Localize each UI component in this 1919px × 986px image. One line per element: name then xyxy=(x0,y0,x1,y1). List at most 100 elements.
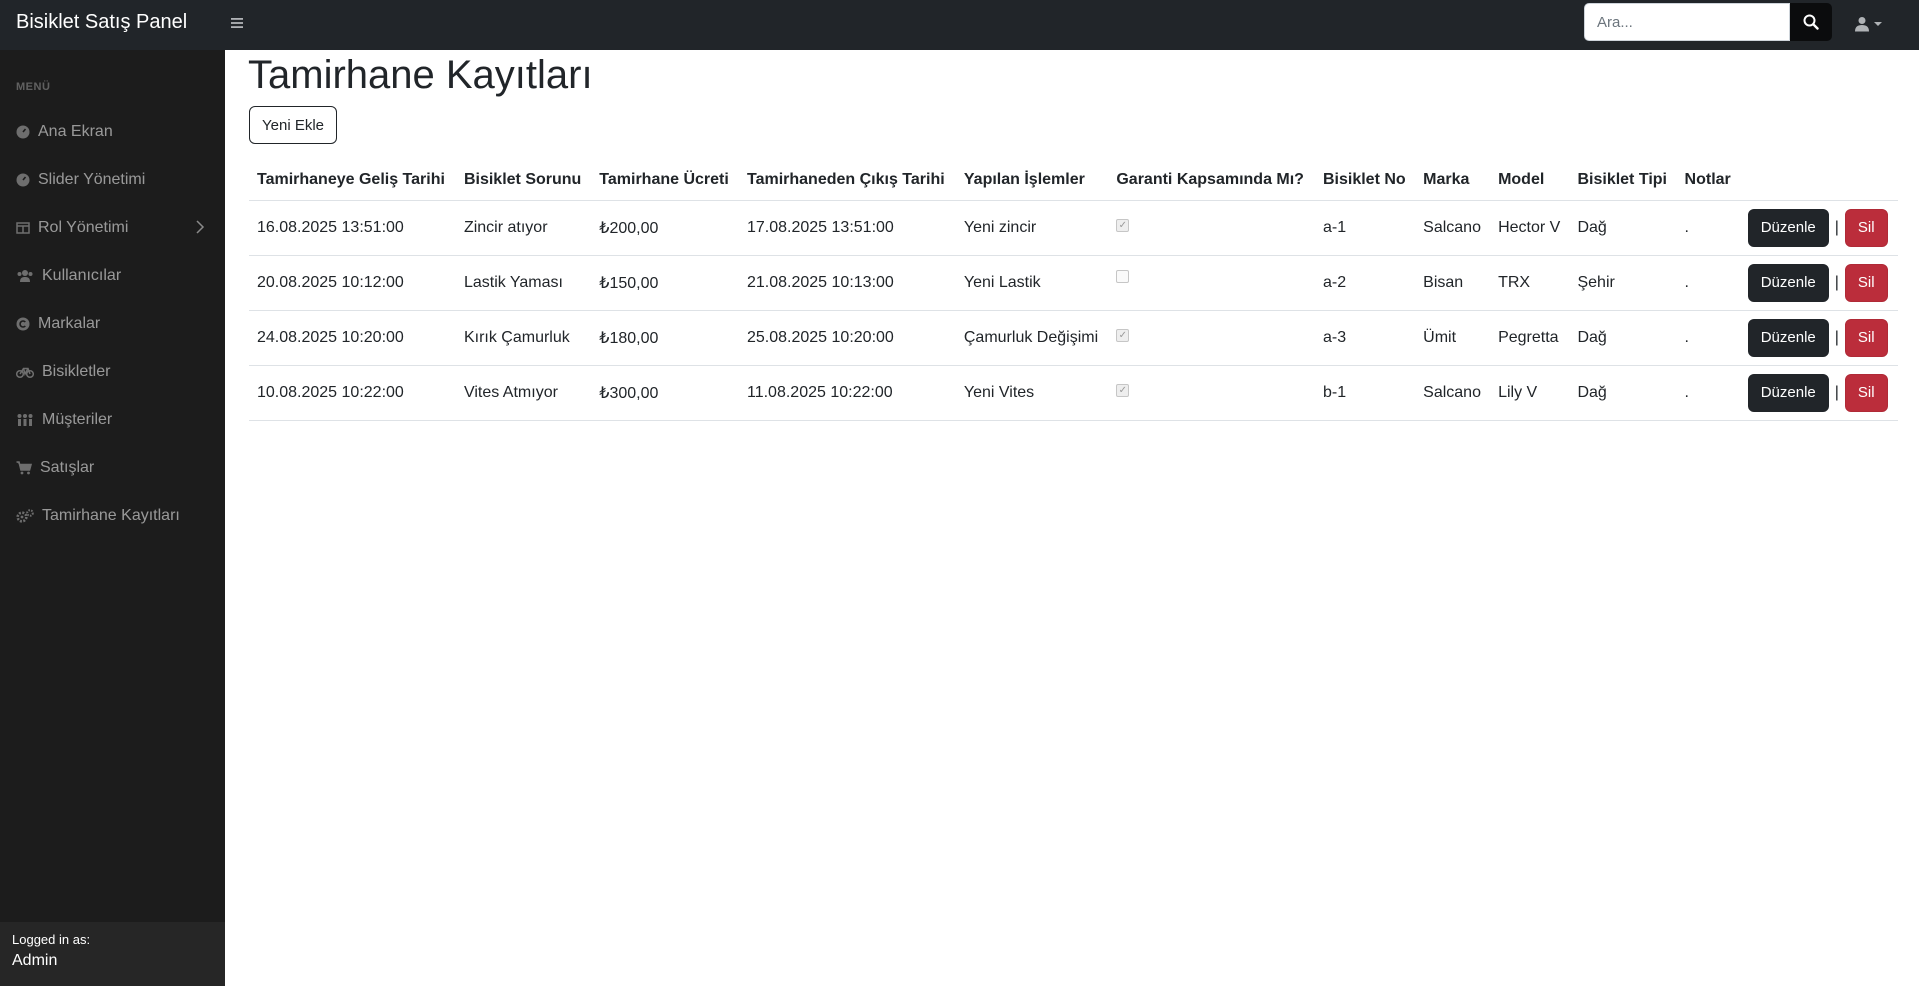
delete-button[interactable]: Sil xyxy=(1844,263,1888,302)
action-separator: | xyxy=(1834,383,1839,401)
model-cell: TRX xyxy=(1490,255,1570,311)
sidebar-heading: MENÜ xyxy=(16,81,51,93)
actions-cell: Düzenle | Sil xyxy=(1739,365,1898,421)
sidebar-item-label: Bisikletler xyxy=(42,363,111,380)
edit-button[interactable]: Düzenle xyxy=(1747,263,1829,302)
warranty-checkbox xyxy=(1116,269,1130,283)
main-content: Tamirhane Kayıtları Yeni Ekle Tamirhaney… xyxy=(225,50,1919,986)
warranty-cell: ✓ xyxy=(1108,200,1315,256)
actions-header xyxy=(1739,160,1898,201)
model-cell: Hector V xyxy=(1490,200,1570,256)
bike-no-cell: a-2 xyxy=(1314,255,1416,311)
warranty-cell xyxy=(1108,255,1315,311)
table-row: 10.08.2025 10:22:00 Vites Atmıyor ₺300,0… xyxy=(249,365,1898,421)
notes-cell: . xyxy=(1676,365,1740,421)
sidebar-item-label: Müşteriler xyxy=(42,411,113,428)
sidebar-item-satislar[interactable]: Satışlar xyxy=(0,448,225,488)
sidebar-item-slider-yonetimi[interactable]: Slider Yönetimi xyxy=(0,160,225,200)
notes-cell: . xyxy=(1676,200,1740,256)
page-title: Tamirhane Kayıtları xyxy=(248,53,593,97)
departure-date-cell: 17.08.2025 13:51:00 xyxy=(739,200,956,256)
warranty-checkbox: ✓ xyxy=(1116,384,1130,397)
departure-date-cell: 11.08.2025 10:22:00 xyxy=(739,365,956,421)
work-done-cell: Çamurluk Değişimi xyxy=(955,310,1109,366)
gears-icon xyxy=(16,509,34,523)
work-done-cell: Yeni Lastik xyxy=(955,255,1109,311)
people-group-icon xyxy=(16,413,34,427)
sidebar-item-kullanicilar[interactable]: Kullanıcılar xyxy=(0,256,225,296)
delete-button[interactable]: Sil xyxy=(1844,208,1888,247)
action-separator: | xyxy=(1834,328,1839,346)
bike-type-cell: Dağ xyxy=(1569,310,1677,366)
edit-button[interactable]: Düzenle xyxy=(1747,318,1829,357)
brand-cell: Salcano xyxy=(1415,365,1491,421)
sidebar-item-ana-ekran[interactable]: Ana Ekran xyxy=(0,112,225,152)
chevron-right-icon xyxy=(195,220,205,239)
warranty-cell: ✓ xyxy=(1108,365,1315,421)
search-input[interactable] xyxy=(1584,3,1790,41)
column-header: Bisiklet Sorunu xyxy=(455,160,592,201)
sidebar-item-markalar[interactable]: Markalar xyxy=(0,304,225,344)
column-header: Marka xyxy=(1415,160,1491,201)
user-menu-button[interactable] xyxy=(1854,12,1890,36)
delete-button[interactable]: Sil xyxy=(1844,318,1888,357)
model-cell: Lily V xyxy=(1490,365,1570,421)
actions-cell: Düzenle | Sil xyxy=(1739,310,1898,366)
brand-title[interactable]: Bisiklet Satış Panel xyxy=(16,11,187,34)
sidebar-item-tamirhane-kayitlari[interactable]: Tamirhane Kayıtları xyxy=(0,496,225,536)
problem-cell: Lastik Yaması xyxy=(455,255,592,311)
column-header: Tamirhaneden Çıkış Tarihi xyxy=(739,160,956,201)
column-header: Notlar xyxy=(1676,160,1740,201)
columns-icon xyxy=(16,221,30,235)
arrival-date-cell: 10.08.2025 10:22:00 xyxy=(249,365,456,421)
sidebar-item-label: Markalar xyxy=(38,315,101,332)
work-done-cell: Yeni zincir xyxy=(955,200,1109,256)
action-separator: | xyxy=(1834,218,1839,236)
sidebar-item-rol-yonetimi[interactable]: Rol Yönetimi xyxy=(0,208,225,248)
warranty-cell: ✓ xyxy=(1108,310,1315,366)
cart-icon xyxy=(16,461,32,475)
sidebar-item-bisikletler[interactable]: Bisikletler xyxy=(0,352,225,392)
column-header: Garanti Kapsamında Mı? xyxy=(1108,160,1315,201)
warranty-checkbox: ✓ xyxy=(1116,329,1130,342)
bike-no-cell: a-1 xyxy=(1314,200,1416,256)
logged-in-user: Admin xyxy=(12,952,58,969)
sidebar-item-label: Slider Yönetimi xyxy=(38,171,146,188)
add-new-button[interactable]: Yeni Ekle xyxy=(249,106,337,144)
action-separator: | xyxy=(1834,273,1839,291)
delete-button[interactable]: Sil xyxy=(1844,373,1888,412)
bike-type-cell: Dağ xyxy=(1569,200,1677,256)
table-header-row: Tamirhaneye Geliş Tarihi Bisiklet Sorunu… xyxy=(249,160,1898,201)
problem-cell: Zincir atıyor xyxy=(455,200,592,256)
edit-button[interactable]: Düzenle xyxy=(1747,373,1829,412)
work-done-cell: Yeni Vites xyxy=(955,365,1109,421)
problem-cell: Kırık Çamurluk xyxy=(455,310,592,366)
search-button[interactable] xyxy=(1790,3,1832,41)
bicycle-icon xyxy=(16,365,34,379)
users-icon xyxy=(16,269,34,283)
actions-cell: Düzenle | Sil xyxy=(1739,255,1898,311)
arrival-date-cell: 24.08.2025 10:20:00 xyxy=(249,310,456,366)
actions-cell: Düzenle | Sil xyxy=(1739,200,1898,256)
bike-type-cell: Dağ xyxy=(1569,365,1677,421)
sidebar-item-label: Rol Yönetimi xyxy=(38,219,129,236)
column-header: Tamirhane Ücreti xyxy=(591,160,739,201)
search-icon xyxy=(1803,14,1819,30)
column-header: Yapılan İşlemler xyxy=(955,160,1109,201)
sidebar-footer: Logged in as: Admin xyxy=(0,922,225,986)
sidebar-item-musteriler[interactable]: Müşteriler xyxy=(0,400,225,440)
top-navbar: Bisiklet Satış Panel xyxy=(0,0,1919,50)
copyright-icon xyxy=(16,317,30,331)
column-header: Bisiklet Tipi xyxy=(1569,160,1677,201)
repair-records-table: Tamirhaneye Geliş Tarihi Bisiklet Sorunu… xyxy=(249,160,1898,421)
column-header: Bisiklet No xyxy=(1314,160,1416,201)
sidebar: MENÜ Ana Ekran Slider Yönetimi Rol Yönet… xyxy=(0,50,225,986)
sidebar-item-label: Kullanıcılar xyxy=(42,267,122,284)
table-row: 20.08.2025 10:12:00 Lastik Yaması ₺150,0… xyxy=(249,255,1898,311)
user-icon xyxy=(1855,17,1869,32)
edit-button[interactable]: Düzenle xyxy=(1747,208,1829,247)
model-cell: Pegretta xyxy=(1490,310,1570,366)
sidebar-toggle-icon[interactable] xyxy=(230,12,250,36)
brand-cell: Bisan xyxy=(1415,255,1491,311)
departure-date-cell: 25.08.2025 10:20:00 xyxy=(739,310,956,366)
